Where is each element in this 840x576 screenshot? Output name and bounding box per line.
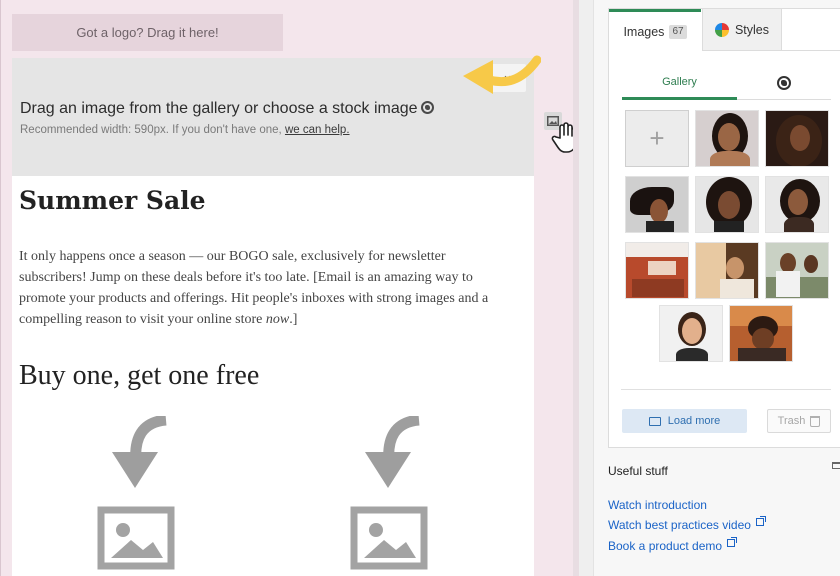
email-content: × Drag an image from the gallery or choo… xyxy=(12,58,534,576)
trash-button[interactable]: Trash xyxy=(767,409,831,433)
tab-styles-label: Styles xyxy=(734,22,770,37)
globe-icon[interactable] xyxy=(420,101,434,114)
collapse-icon[interactable] xyxy=(832,462,840,469)
tab-styles[interactable]: Styles xyxy=(702,9,782,51)
email-paragraph[interactable]: It only happens once a season — our BOGO… xyxy=(19,246,509,330)
external-link-icon xyxy=(727,537,738,547)
panel-gutter xyxy=(579,0,593,576)
image-placeholder-icon[interactable] xyxy=(97,506,175,570)
palette-icon xyxy=(714,22,729,37)
email-subheading[interactable]: Buy one, get one free xyxy=(19,360,259,392)
image-icon xyxy=(648,416,661,426)
banner-title-text: Drag an image from the gallery or choose… xyxy=(20,100,418,117)
image-placeholder-icon[interactable] xyxy=(350,506,428,570)
trash-label: Trash xyxy=(777,415,806,427)
email-heading[interactable]: Summer Sale xyxy=(19,186,206,215)
banner-subtitle-text: Recommended width: 590px. If you don't h… xyxy=(20,124,285,136)
gallery-thumbnail[interactable] xyxy=(659,305,723,362)
banner-title: Drag an image from the gallery or choose… xyxy=(20,100,434,118)
gallery-thumbnail[interactable] xyxy=(765,176,829,233)
load-more-label: Load more xyxy=(667,415,721,427)
gallery-thumbnail[interactable] xyxy=(765,110,829,167)
paragraph-italic: now xyxy=(265,312,290,327)
subtab-stock-images[interactable] xyxy=(737,67,831,100)
load-more-button[interactable]: Load more xyxy=(622,409,747,433)
gallery-thumbnail[interactable] xyxy=(625,242,689,299)
down-arrow-icon xyxy=(112,416,167,488)
paragraph-text: It only happens once a season — our BOGO… xyxy=(19,249,489,327)
image-drop-banner[interactable]: × Drag an image from the gallery or choo… xyxy=(12,58,534,176)
curved-arrow-icon xyxy=(463,55,541,94)
logo-drop-label: Got a logo? Drag it here! xyxy=(76,25,219,40)
down-arrow-icon xyxy=(365,416,420,488)
globe-icon xyxy=(777,76,791,90)
external-link-icon xyxy=(755,516,766,526)
banner-subtitle: Recommended width: 590px. If you don't h… xyxy=(20,124,350,136)
gallery-thumbnail[interactable] xyxy=(729,305,793,362)
email-canvas: Got a logo? Drag it here! × Drag an imag… xyxy=(0,0,578,576)
right-panel: Images 67 Styles Gallery + Load more Tra… xyxy=(593,0,840,576)
gallery-thumbnail[interactable] xyxy=(695,110,759,167)
watch-best-practices-link[interactable]: Watch best practices video xyxy=(608,516,766,532)
logo-drop-zone[interactable]: Got a logo? Drag it here! xyxy=(12,14,283,51)
tab-images[interactable]: Images 67 xyxy=(609,9,701,51)
watch-introduction-label: Watch introduction xyxy=(608,498,707,512)
watch-best-practices-label: Watch best practices video xyxy=(608,518,751,532)
gallery-thumbnail[interactable] xyxy=(765,242,829,299)
tab-bar-line xyxy=(782,50,840,51)
gallery-thumbnail[interactable] xyxy=(695,242,759,299)
trash-icon xyxy=(810,415,821,427)
add-image-tile[interactable]: + xyxy=(625,110,689,167)
subtab-gallery[interactable]: Gallery xyxy=(622,67,737,100)
useful-stuff-heading: Useful stuff xyxy=(608,464,668,478)
we-can-help-link[interactable]: we can help. xyxy=(285,124,350,136)
book-demo-link[interactable]: Book a product demo xyxy=(608,537,738,553)
images-card: Images 67 Styles Gallery + Load more Tra… xyxy=(608,8,840,448)
gallery-divider xyxy=(621,389,831,390)
watch-introduction-link[interactable]: Watch introduction xyxy=(608,498,707,512)
gallery-thumbnail[interactable] xyxy=(695,176,759,233)
tab-images-label: Images xyxy=(623,24,665,39)
images-count-badge: 67 xyxy=(669,24,687,39)
gallery-thumbnail[interactable] xyxy=(625,176,689,233)
paragraph-end: .] xyxy=(289,312,298,327)
book-demo-label: Book a product demo xyxy=(608,539,723,553)
